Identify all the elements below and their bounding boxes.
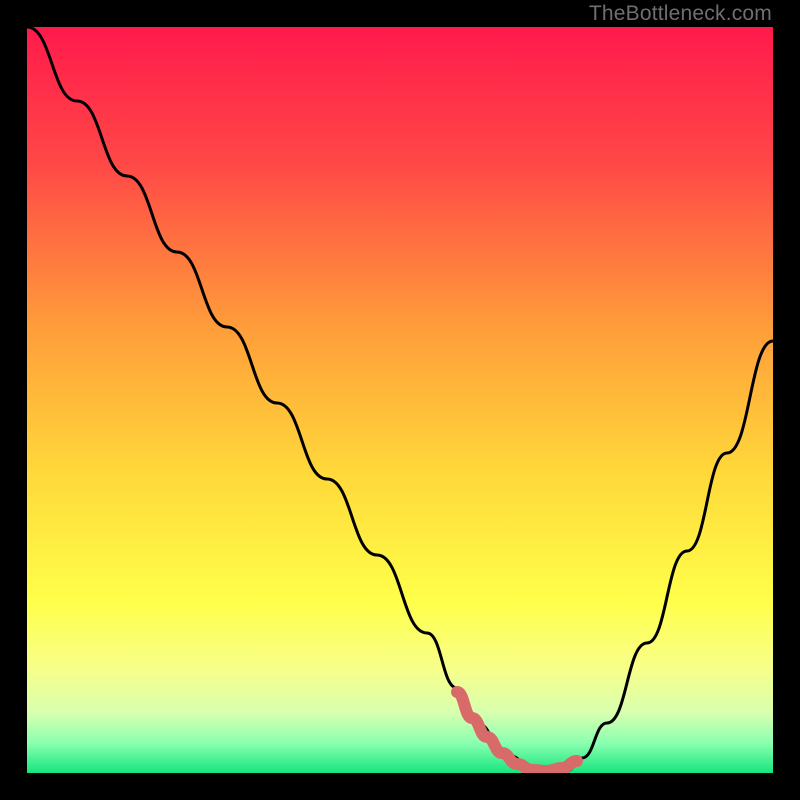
plot-area (27, 27, 773, 773)
bottleneck-curve (27, 27, 773, 771)
trough-highlight (457, 692, 577, 771)
chart-canvas: TheBottleneck.com (0, 0, 800, 800)
watermark-label: TheBottleneck.com (589, 2, 772, 26)
curve-layer (27, 27, 773, 773)
